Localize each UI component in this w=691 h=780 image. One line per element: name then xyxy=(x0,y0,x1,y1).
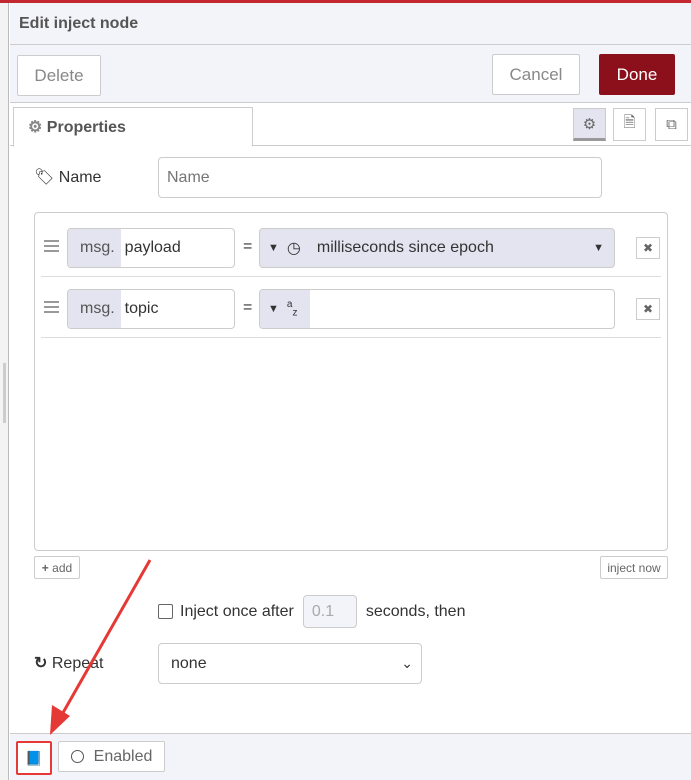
arrow-head xyxy=(50,705,70,735)
arrow-shaft xyxy=(58,559,152,719)
annotation-arrow xyxy=(50,559,152,735)
